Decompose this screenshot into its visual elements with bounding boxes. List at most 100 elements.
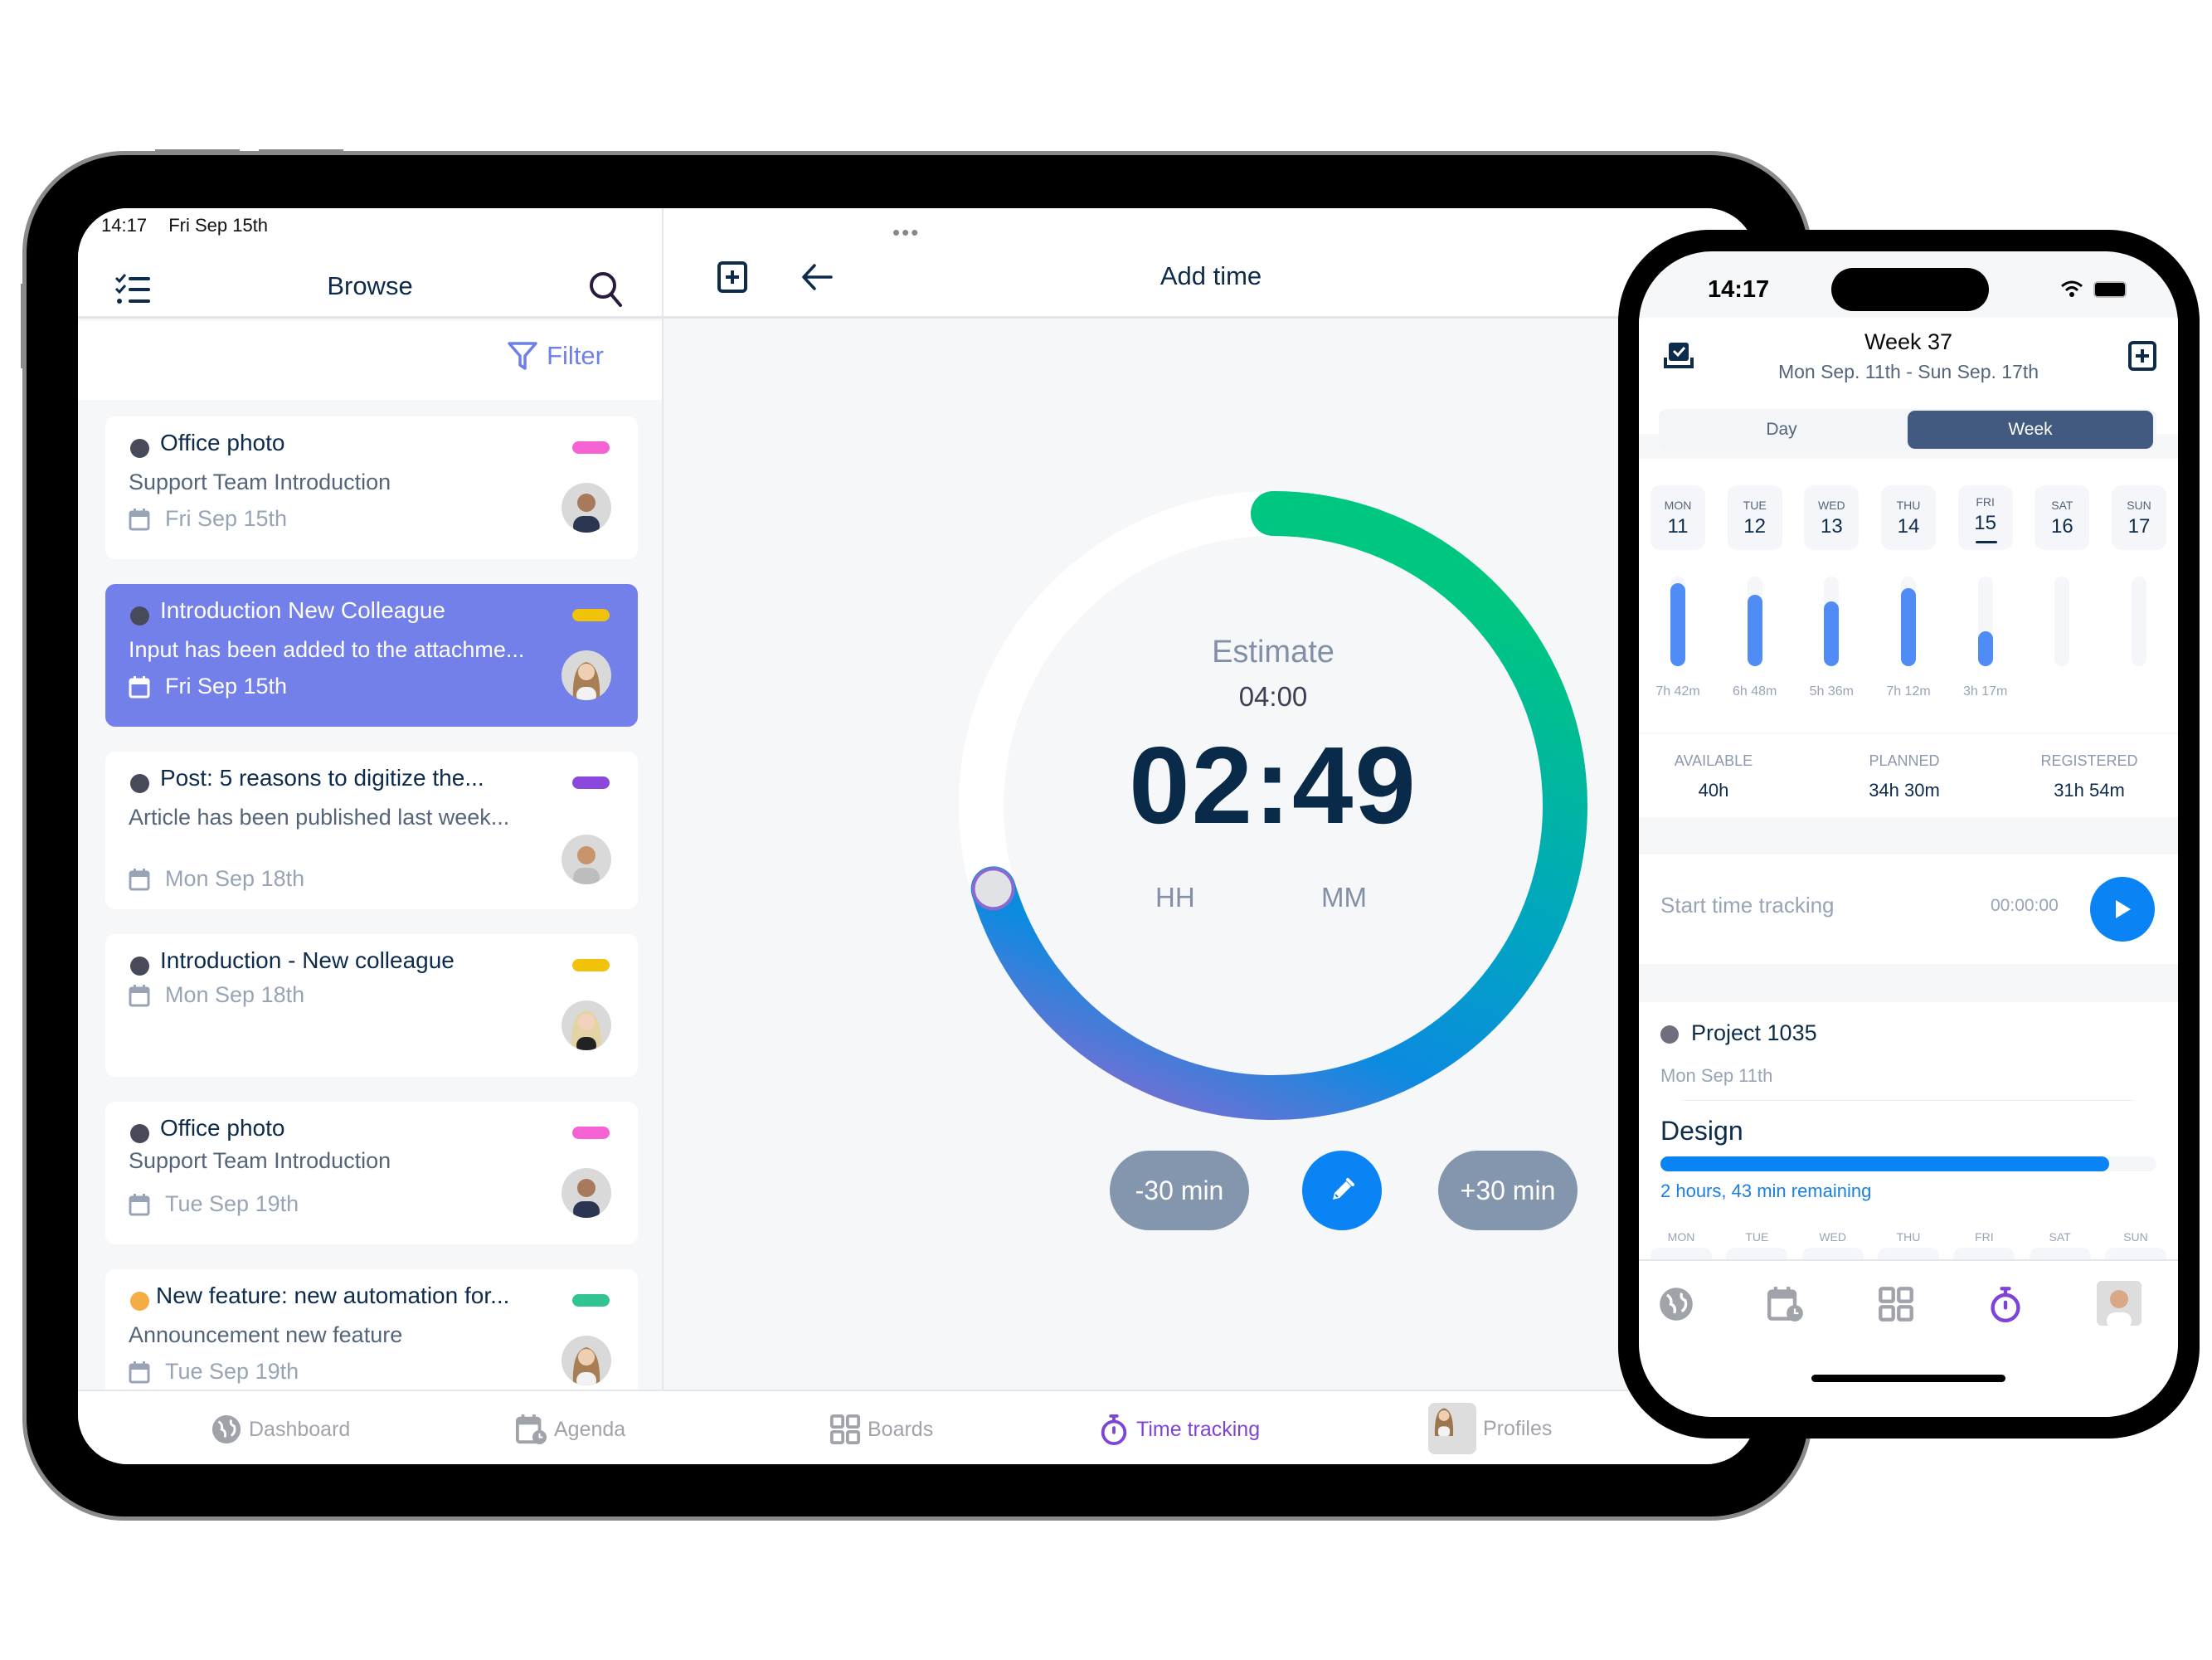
day-bar-track [2132, 577, 2146, 666]
day-chip-thu[interactable]: THU 14 [1881, 485, 1936, 550]
day-chip-tue[interactable]: TUE 12 [1727, 485, 1782, 550]
day-hours-label: 7h 12m [1886, 684, 1931, 699]
stopwatch-icon [1101, 1414, 1127, 1445]
card-subtitle: Announcement new feature [129, 1322, 403, 1347]
day-name: FRI [1976, 495, 1995, 509]
calendar-icon [129, 508, 150, 530]
play-button[interactable] [2090, 877, 2155, 942]
tag-badge [572, 609, 610, 621]
project-name: Project 1035 [1691, 1020, 1817, 1045]
day-name: SAT [2051, 499, 2073, 512]
day-name: TUE [1743, 499, 1767, 512]
day-bar-track [1747, 577, 1762, 666]
day-chip-fri[interactable]: FRI 15 [1957, 485, 2013, 550]
card-title: Post: 5 reasons to digitize the... [160, 765, 484, 791]
task-card[interactable]: Introduction - New colleague Mon Sep 18t… [105, 934, 638, 1077]
minutes-label: MM [1321, 882, 1367, 913]
tab-boards[interactable]: Boards [829, 1413, 933, 1446]
day-date: 15 [1974, 512, 1996, 534]
card-title: Office photo [160, 430, 285, 455]
stopwatch-icon[interactable] [1987, 1286, 2024, 1322]
add-square-icon[interactable] [2128, 341, 2156, 371]
day-name: MON [1664, 499, 1692, 512]
task-card[interactable]: Office photo Support Team Introduction F… [105, 416, 638, 559]
project-date: Mon Sep 11th [1660, 1065, 1773, 1086]
tablet-screen: 14:17 Fri Sep 15th Browse Filter Office … [78, 208, 1756, 1464]
sidebar-header: 14:17 Fri Sep 15th Browse [78, 208, 662, 319]
minus-30-button[interactable]: -30 min [1110, 1151, 1249, 1230]
day-hours-label: 7h 42m [1655, 684, 1700, 699]
day-date: 16 [2050, 515, 2073, 538]
day-bar-track [1901, 577, 1916, 666]
segment-week[interactable]: Week [1908, 411, 2153, 449]
profile-avatar[interactable] [2097, 1281, 2142, 1326]
status-time: 14:17 [101, 215, 148, 236]
day-chip-wed[interactable]: WED 13 [1804, 485, 1860, 550]
task-name: Design [1660, 1116, 1743, 1146]
mini-day-name: TUE [1745, 1230, 1769, 1244]
card-subtitle: Support Team Introduction [129, 470, 391, 494]
project-card[interactable]: Project 1035 Mon Sep 11th Design 2 hours… [1639, 1002, 2178, 1281]
dial-readout: Estimate 04:00 02:49 HH MM [950, 482, 1597, 1129]
day-bar-fill [1670, 582, 1685, 666]
card-subtitle: Input has been added to the attachme... [129, 637, 525, 662]
tab-agenda[interactable]: Agenda [516, 1413, 625, 1446]
card-subtitle: Article has been published last week... [129, 805, 510, 830]
phone-screen: 14:17 Week 37 Mon Sep. 11th - Sun Sep. 1… [1639, 251, 2178, 1417]
card-date: Fri Sep 15th [129, 506, 287, 532]
status-dot [130, 774, 149, 793]
status-dot [130, 1292, 149, 1311]
day-bar-track [2054, 577, 2070, 666]
globe-icon[interactable] [1658, 1286, 1694, 1322]
tag-badge [572, 776, 610, 789]
day-chip-sat[interactable]: SAT 16 [2035, 485, 2090, 550]
card-date: Fri Sep 15th [129, 674, 287, 699]
edit-button[interactable] [1302, 1151, 1382, 1230]
tab-dashboard[interactable]: Dashboard [211, 1413, 350, 1446]
task-card[interactable]: Post: 5 reasons to digitize the... Artic… [105, 752, 638, 909]
task-card[interactable]: Office photo Support Team Introduction T… [105, 1102, 638, 1244]
calendar-icon [129, 868, 150, 890]
tab-profiles[interactable]: Profiles [1428, 1403, 1552, 1454]
plus-30-button[interactable]: +30 min [1438, 1151, 1578, 1230]
status-dot [130, 439, 149, 458]
day-chip-mon[interactable]: MON 11 [1650, 485, 1705, 550]
calendar-clock-icon[interactable] [1767, 1286, 1804, 1322]
day-date: 11 [1667, 515, 1689, 538]
segment-day[interactable]: Day [1659, 409, 1904, 450]
status-bar: 14:17 Fri Sep 15th [101, 215, 284, 236]
stat-planned: PLANNED 34h 30m [1869, 752, 1940, 801]
card-date: Tue Sep 19th [129, 1191, 299, 1217]
tracking-timer: 00:00:00 [1991, 896, 2059, 915]
mini-day-name: MON [1667, 1230, 1695, 1244]
tag-badge [572, 441, 610, 454]
tag-badge [572, 959, 610, 971]
day-date: 12 [1743, 515, 1766, 538]
task-card-selected[interactable]: Introduction New Colleague Input has bee… [105, 584, 638, 727]
multitask-dots-icon[interactable]: ••• [892, 220, 920, 246]
card-title: New feature: new automation for... [156, 1283, 510, 1308]
back-arrow-icon[interactable] [801, 263, 833, 291]
dynamic-island [1831, 268, 1989, 311]
filter-row: Filter [78, 321, 662, 400]
grid-icon[interactable] [1878, 1286, 1914, 1322]
estimate-value: 04:00 [1238, 681, 1308, 712]
stat-registered: REGISTERED 31h 54m [2040, 752, 2138, 801]
filter-button[interactable]: Filter [507, 341, 604, 371]
status-dot [130, 1124, 149, 1143]
day-bar-track [1670, 577, 1685, 666]
play-icon [2116, 900, 2131, 918]
home-indicator [1811, 1375, 2005, 1382]
day-chip-sun[interactable]: SUN 17 [2112, 485, 2166, 550]
battery-icon [2093, 281, 2127, 298]
phone-tab-bar [1639, 1259, 2178, 1417]
card-date: Tue Sep 19th [129, 1359, 299, 1385]
tag-badge [572, 1127, 610, 1139]
search-icon[interactable] [587, 270, 624, 308]
today-indicator [1975, 541, 1997, 543]
avatar [562, 835, 611, 884]
tab-time-tracking[interactable]: Time tracking [1098, 1413, 1260, 1446]
card-date: Mon Sep 18th [129, 982, 304, 1008]
week-title: Week 37 [1864, 329, 1953, 354]
add-square-icon[interactable] [717, 260, 748, 294]
